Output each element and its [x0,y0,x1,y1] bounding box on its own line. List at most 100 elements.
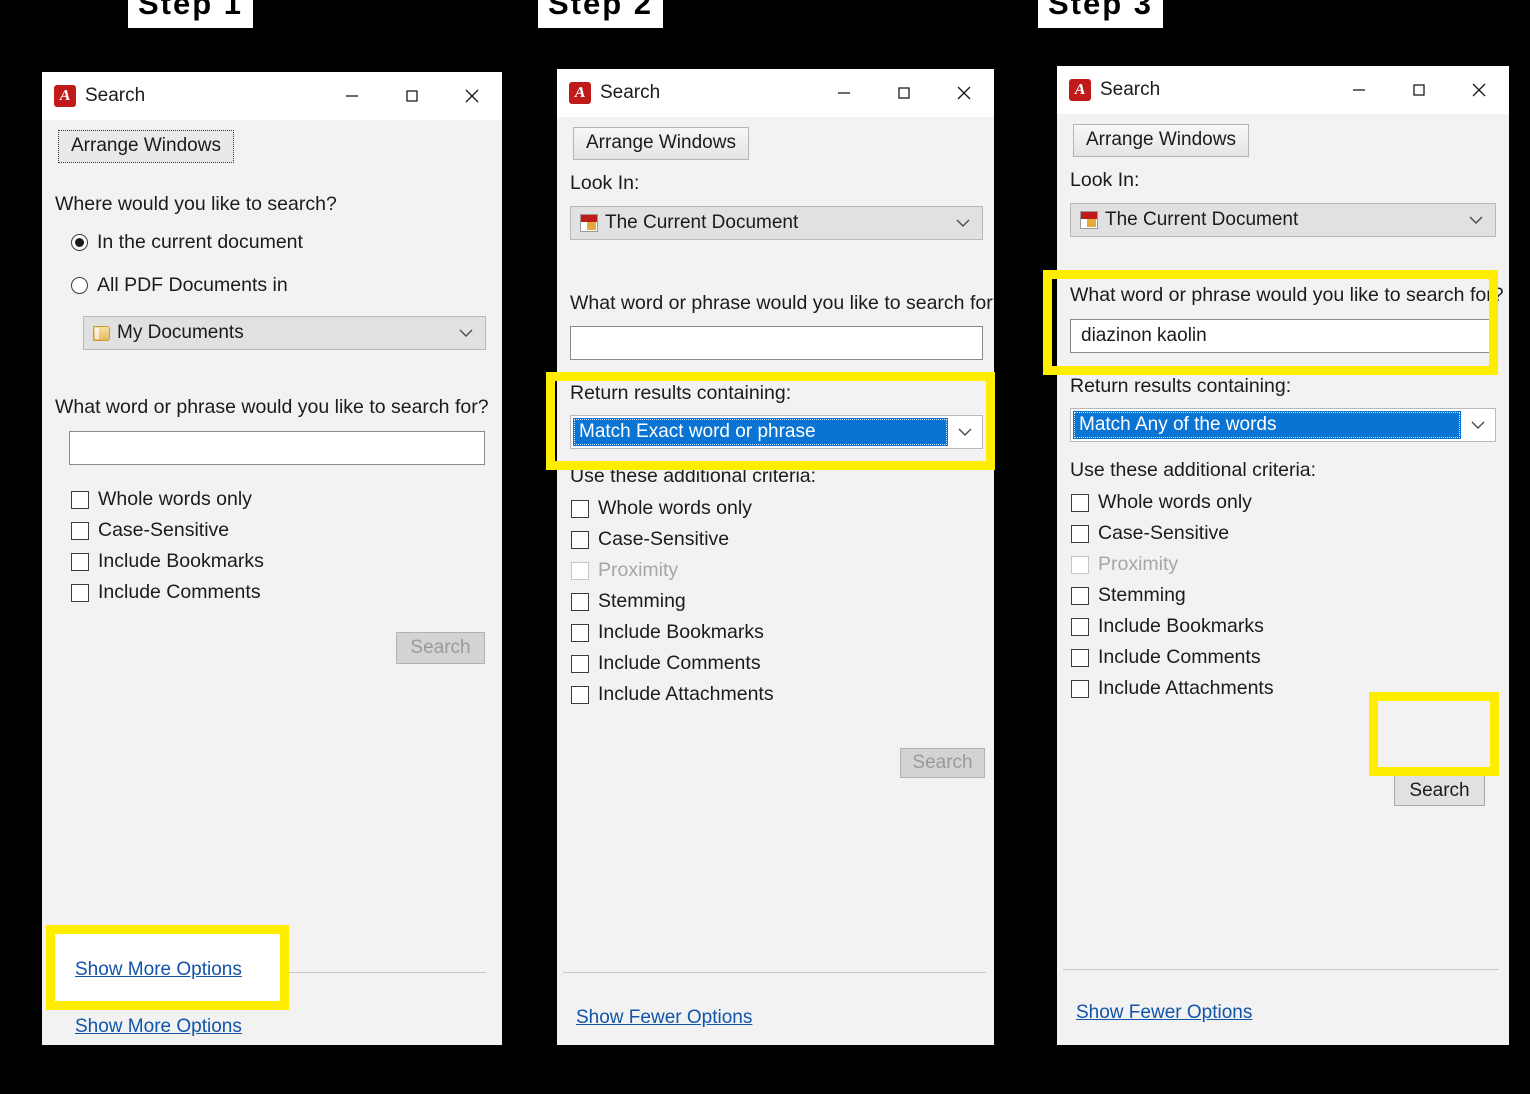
checkbox-include-bookmarks-2[interactable]: Include Bookmarks [571,621,764,644]
folder-location-dropdown[interactable]: My Documents [83,316,486,350]
show-more-options-link-overlay[interactable]: Show More Options [75,959,242,981]
checkbox-label: Include Attachments [1098,677,1274,699]
look-in-dropdown-2[interactable]: The Current Document [570,206,983,240]
return-results-dropdown-3[interactable]: Match Any of the words [1070,408,1496,442]
checkbox-label: Case-Sensitive [98,519,230,541]
close-icon[interactable] [442,72,502,120]
window-controls-3 [1329,66,1509,114]
maximize-icon[interactable] [1389,66,1449,114]
checkbox-label: Whole words only [598,497,752,519]
titlebar-3: Search [1057,66,1509,114]
checkbox-case-sensitive-1[interactable]: Case-Sensitive [71,519,229,542]
pdf-document-icon [1080,211,1098,229]
checkbox-label: Case-Sensitive [1098,522,1230,544]
find-a-word-link-3[interactable]: Find a word in the current document [1076,1044,1414,1045]
minimize-icon[interactable] [322,72,382,120]
maximize-icon[interactable] [382,72,442,120]
checkbox-include-comments-2[interactable]: Include Comments [571,652,761,675]
radio-all-pdf-documents[interactable]: All PDF Documents in [71,274,288,297]
checkbox-proximity-2: Proximity [571,559,678,582]
checkbox-case-sensitive-3[interactable]: Case-Sensitive [1071,522,1229,545]
checkbox-icon-disabled [571,561,589,580]
what-word-label-2: What word or phrase would you like to se… [570,292,994,314]
return-results-label-3: Return results containing: [1070,375,1292,397]
maximize-icon[interactable] [874,69,934,117]
checkbox-icon [571,654,589,673]
checkbox-icon [71,583,89,602]
checkbox-stemming-2[interactable]: Stemming [571,590,686,613]
checkbox-include-attachments-2[interactable]: Include Attachments [571,683,774,706]
panel-body-3: Arrange Windows Look In: The Current Doc… [1057,114,1509,1045]
checkbox-stemming-3[interactable]: Stemming [1071,584,1186,607]
return-results-value: Match Any of the words [1073,411,1461,439]
checkbox-icon [1071,648,1089,667]
checkbox-include-bookmarks-3[interactable]: Include Bookmarks [1071,615,1264,638]
search-button-2[interactable]: Search [900,748,985,778]
close-icon[interactable] [1449,66,1509,114]
look-in-value: The Current Document [1105,209,1299,230]
folder-location-value: My Documents [117,322,244,343]
checkbox-icon [1071,679,1089,698]
radio-label-all-pdf: All PDF Documents in [97,274,288,296]
checkbox-label: Include Attachments [598,683,774,705]
checkbox-include-comments-3[interactable]: Include Comments [1071,646,1261,669]
checkbox-label: Include Bookmarks [98,550,264,572]
checkbox-whole-words-only-1[interactable]: Whole words only [71,488,252,511]
search-panel-step1: Search Arrange Windows Where would you l… [42,72,502,1045]
checkbox-icon [571,623,589,642]
checkbox-icon [571,592,589,611]
show-fewer-options-link-3[interactable]: Show Fewer Options [1076,1002,1252,1024]
search-phrase-field-3[interactable]: diazinon kaolin [1070,319,1496,353]
arrange-windows-button[interactable]: Arrange Windows [573,127,749,160]
minimize-icon[interactable] [1329,66,1389,114]
checkbox-icon [571,499,589,518]
chevron-down-icon [1461,414,1495,436]
look-in-label-3: Look In: [1070,169,1140,191]
look-in-dropdown-3[interactable]: The Current Document [1070,203,1496,237]
close-icon[interactable] [934,69,994,117]
checkbox-label: Proximity [1098,553,1179,575]
window-title: Search [600,82,661,103]
checkbox-icon [71,490,89,509]
checkbox-icon [571,530,589,549]
window-title: Search [85,85,146,106]
arrange-windows-button[interactable]: Arrange Windows [1073,124,1249,157]
chevron-down-icon [1469,209,1483,231]
return-results-dropdown-2[interactable]: Match Exact word or phrase [570,415,983,449]
where-to-search-label: Where would you like to search? [55,193,337,215]
arrange-windows-button[interactable]: Arrange Windows [58,130,234,163]
pdf-document-icon [580,214,598,232]
pdf-icon [54,85,76,107]
minimize-icon[interactable] [814,69,874,117]
window-controls-1 [322,72,502,120]
show-more-options-link[interactable]: Show More Options [75,1016,242,1038]
additional-criteria-label-2: Use these additional criteria: [570,465,817,487]
screenshot-stage: Step 1 Step 2 Step 3 Search Arrange Wind… [0,0,1530,1094]
search-button-1[interactable]: Search [396,632,485,664]
show-fewer-options-link-2[interactable]: Show Fewer Options [576,1007,752,1029]
step-caption-1: Step 1 [128,0,254,28]
additional-criteria-label-3: Use these additional criteria: [1070,459,1317,481]
checkbox-label: Proximity [598,559,679,581]
checkbox-whole-words-only-2[interactable]: Whole words only [571,497,752,520]
return-results-value: Match Exact word or phrase [573,418,948,446]
chevron-down-icon [956,212,970,234]
search-button-3[interactable]: Search [1394,775,1485,806]
panel-body-1: Arrange Windows Where would you like to … [42,120,502,1045]
checkbox-case-sensitive-2[interactable]: Case-Sensitive [571,528,729,551]
checkbox-icon [71,521,89,540]
checkbox-label: Include Bookmarks [598,621,764,643]
radio-in-current-document[interactable]: In the current document [71,231,303,254]
search-panel-step2: Search Arrange Windows Look In: [557,69,994,1045]
checkbox-label: Include Comments [1098,646,1261,668]
search-phrase-field-1[interactable] [69,431,485,465]
checkbox-include-bookmarks-1[interactable]: Include Bookmarks [71,550,264,573]
step-caption-2: Step 2 [538,0,664,28]
checkbox-label: Include Comments [98,581,261,603]
window-controls-2 [814,69,994,117]
search-phrase-field-2[interactable] [570,326,983,360]
checkbox-include-comments-1[interactable]: Include Comments [71,581,261,604]
checkbox-whole-words-only-3[interactable]: Whole words only [1071,491,1252,514]
titlebar-1: Search [42,72,502,120]
checkbox-include-attachments-3[interactable]: Include Attachments [1071,677,1274,700]
